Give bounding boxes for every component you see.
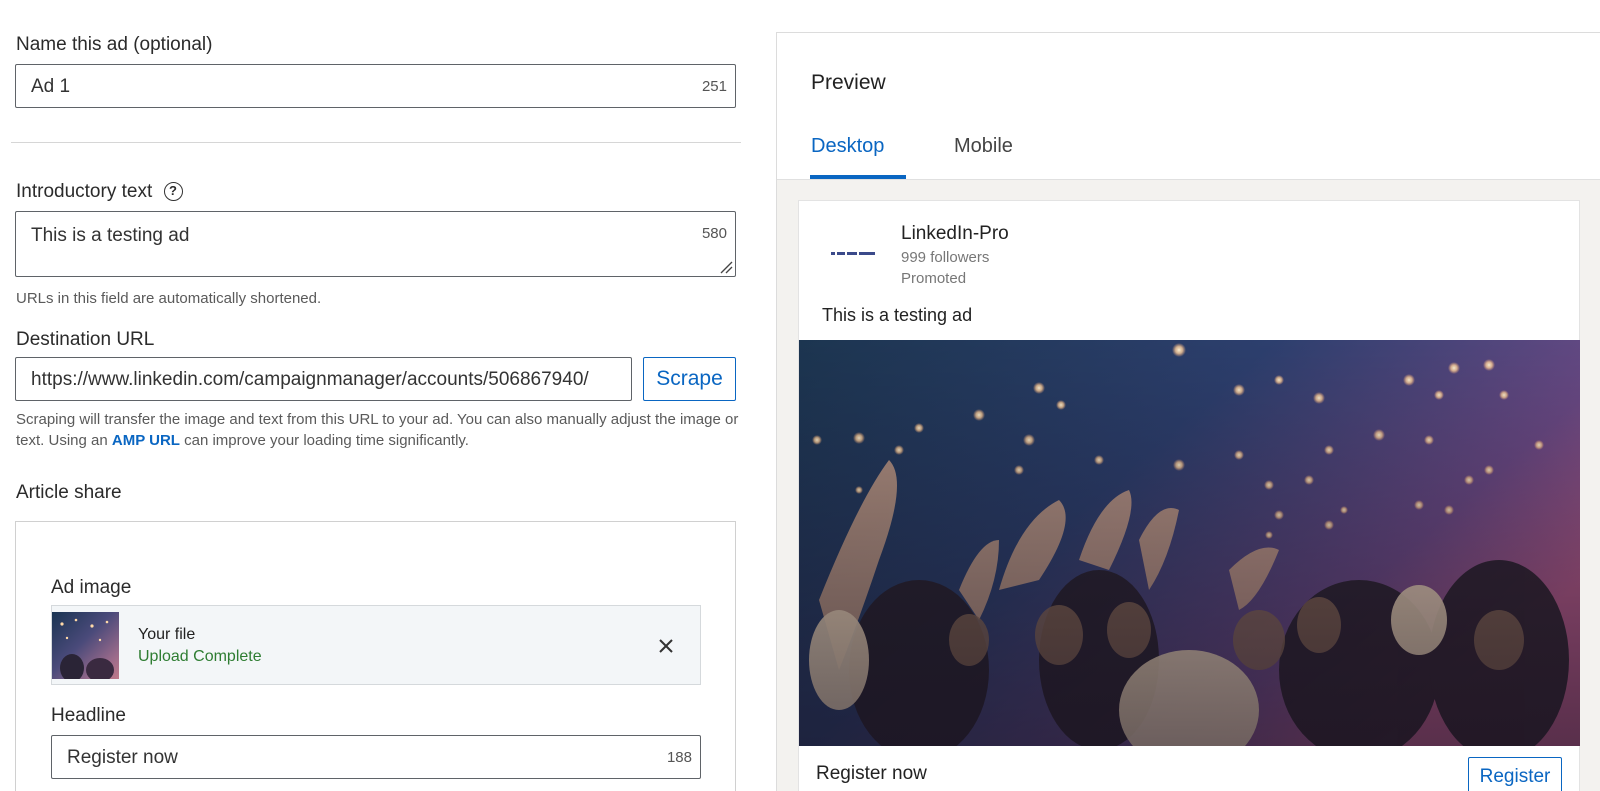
register-button[interactable]: Register (1468, 757, 1562, 791)
ad-name-input[interactable]: Ad 1 251 (15, 64, 736, 108)
headline-input[interactable]: Register now 188 (51, 735, 701, 779)
company-name: LinkedIn-Pro (901, 223, 1009, 244)
destination-url-input[interactable]: https://www.linkedin.com/campaignmanager… (15, 357, 632, 401)
ad-preview-image (799, 340, 1580, 746)
headline-value: Register now (67, 747, 178, 768)
resize-handle-icon[interactable] (719, 260, 733, 274)
ad-name-counter: 251 (701, 78, 727, 95)
intro-text-input[interactable]: This is a testing ad 580 (15, 211, 736, 277)
ad-image-label: Ad image (51, 577, 132, 598)
file-name: Your file (138, 626, 196, 643)
company-logo (831, 245, 877, 255)
file-status: Upload Complete (138, 648, 262, 665)
post-text: This is a testing ad (822, 305, 973, 325)
intro-text-label: Introductory text ? (16, 181, 183, 203)
uploaded-file-row: Your file Upload Complete (51, 605, 701, 685)
article-share-label: Article share (16, 482, 122, 503)
tab-mobile[interactable]: Mobile (954, 135, 1013, 158)
destination-url-value: https://www.linkedin.com/campaignmanager… (31, 369, 589, 390)
amp-url-link[interactable]: AMP URL (112, 432, 180, 449)
tab-desktop[interactable]: Desktop (811, 135, 884, 158)
help-circle-icon[interactable]: ? (163, 182, 183, 201)
file-thumbnail (52, 612, 119, 679)
name-ad-label: Name this ad (optional) (16, 34, 213, 55)
intro-text-help: URLs in this field are automatically sho… (16, 290, 322, 307)
close-icon[interactable] (657, 637, 675, 655)
promoted-label: Promoted (901, 270, 967, 287)
intro-text-value: This is a testing ad (31, 225, 190, 246)
section-divider (11, 142, 741, 143)
destination-url-label: Destination URL (16, 329, 155, 350)
preview-title: Preview (811, 71, 886, 94)
preview-headline: Register now (816, 763, 927, 784)
headline-counter: 188 (666, 749, 692, 766)
scrape-help: Scraping will transfer the image and tex… (16, 411, 739, 449)
headline-label: Headline (51, 705, 126, 726)
scrape-button[interactable]: Scrape (643, 357, 736, 401)
intro-text-counter: 580 (701, 225, 727, 242)
followers-count: 999 followers (901, 249, 990, 266)
ad-name-value: Ad 1 (31, 76, 71, 97)
